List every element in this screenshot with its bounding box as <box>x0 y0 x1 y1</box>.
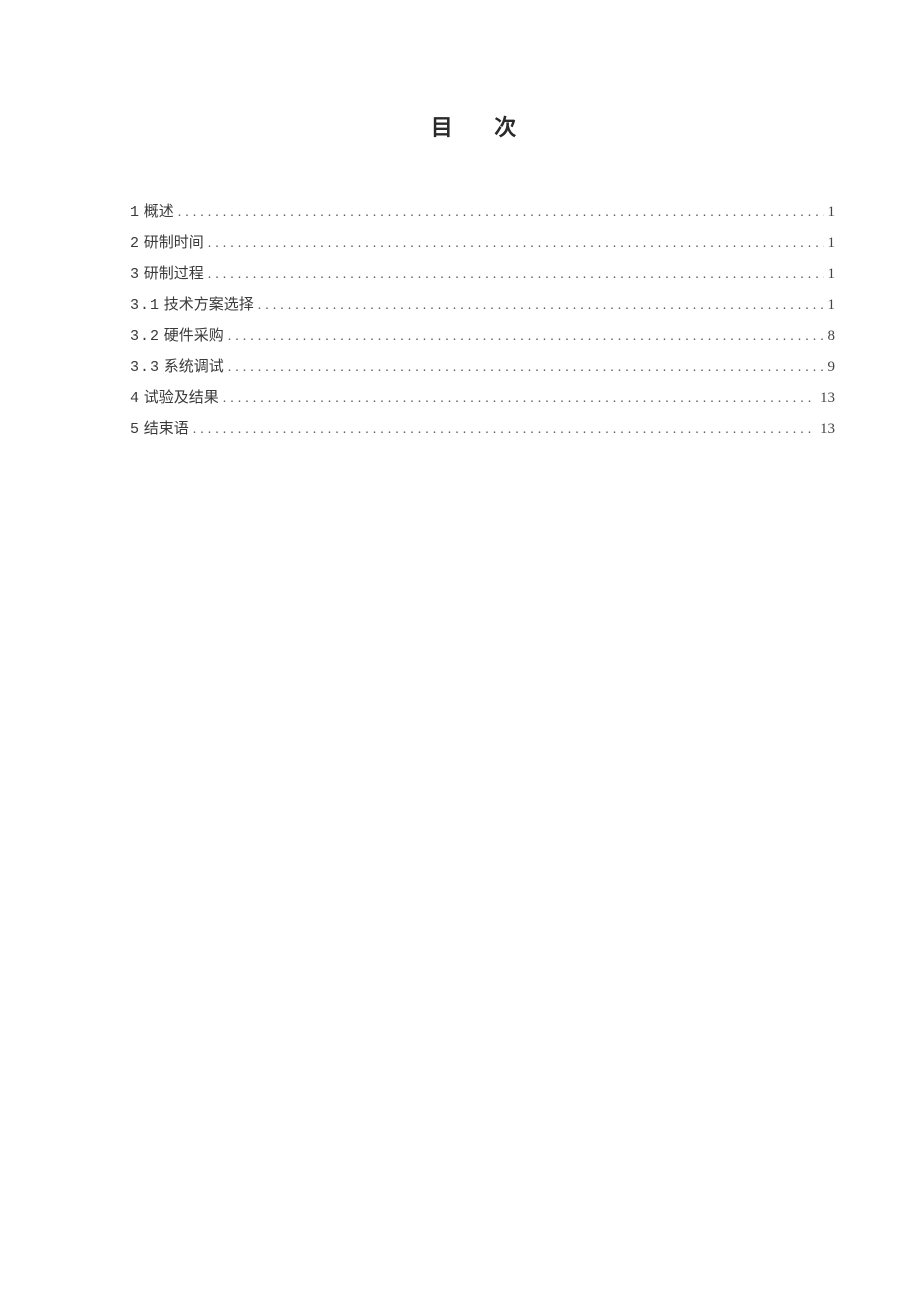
toc-entry-label: 3.2 硬件采购 <box>130 321 228 352</box>
toc-entry: 2 研制时间 1 <box>130 228 835 259</box>
toc-entry-page: 8 <box>824 321 836 351</box>
toc-entry: 4 试验及结果 13 <box>130 383 835 414</box>
toc-entry-page: 13 <box>816 414 835 444</box>
toc-entry-page: 1 <box>824 259 836 289</box>
table-of-contents: 1 概述 1 2 研制时间 1 3 研制过程 1 3.1 技术方案选择 1 3.… <box>130 197 835 445</box>
toc-entry-label: 5 结束语 <box>130 414 193 445</box>
toc-entry-label: 3 研制过程 <box>130 259 208 290</box>
toc-entry-page: 9 <box>824 352 836 382</box>
page-title: 目 次 <box>130 110 835 142</box>
toc-entry-page: 1 <box>824 290 836 320</box>
toc-entry-label: 3.3 系统调试 <box>130 352 228 383</box>
toc-dots <box>178 199 824 227</box>
toc-dots <box>228 323 824 351</box>
toc-dots <box>208 261 824 289</box>
toc-entry-page: 1 <box>824 228 836 258</box>
toc-entry-page: 13 <box>816 383 835 413</box>
toc-entry: 1 概述 1 <box>130 197 835 228</box>
toc-entry: 3.1 技术方案选择 1 <box>130 290 835 321</box>
toc-entry-label: 4 试验及结果 <box>130 383 223 414</box>
toc-dots <box>223 385 816 413</box>
toc-entry-label: 2 研制时间 <box>130 228 208 259</box>
toc-entry-page: 1 <box>824 197 836 227</box>
toc-dots <box>258 292 824 320</box>
toc-entry: 3.3 系统调试 9 <box>130 352 835 383</box>
toc-entry: 5 结束语 13 <box>130 414 835 445</box>
toc-dots <box>193 416 816 444</box>
toc-entry: 3 研制过程 1 <box>130 259 835 290</box>
toc-entry-label: 1 概述 <box>130 197 178 228</box>
toc-entry: 3.2 硬件采购 8 <box>130 321 835 352</box>
toc-entry-label: 3.1 技术方案选择 <box>130 290 258 321</box>
toc-dots <box>208 230 824 258</box>
toc-dots <box>228 354 824 382</box>
